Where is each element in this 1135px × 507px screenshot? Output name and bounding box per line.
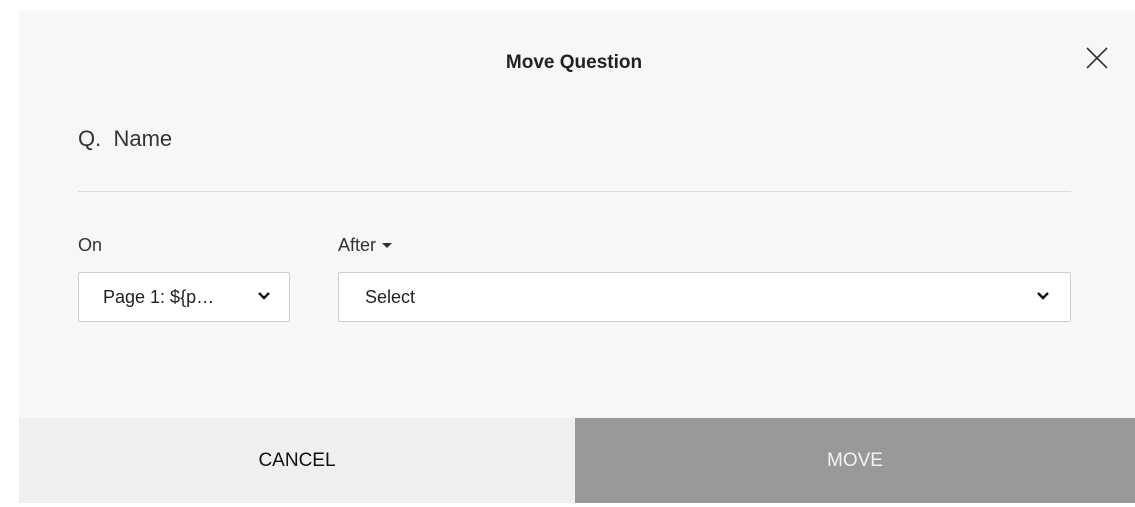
move-button[interactable]: MOVE <box>575 418 1135 503</box>
page-select[interactable]: Page 1: ${p… <box>78 272 290 322</box>
move-question-dialog: Move Question Q. Name On After Page 1: $… <box>19 10 1135 503</box>
question-label: Q. Name <box>78 126 173 151</box>
position-select-value: Select <box>365 287 416 307</box>
after-label: After <box>338 235 377 255</box>
chevron-down-icon <box>258 292 270 300</box>
close-icon <box>1086 47 1108 69</box>
page-select-value: Page 1: ${p… <box>103 287 215 307</box>
divider <box>78 191 1071 192</box>
dialog-title: Move Question <box>505 52 643 73</box>
cancel-button[interactable]: CANCEL <box>19 418 575 503</box>
chevron-down-icon <box>1037 292 1049 300</box>
caret-down-icon <box>382 242 393 248</box>
after-dropdown-toggle[interactable]: After <box>338 235 393 256</box>
close-button[interactable] <box>1084 45 1110 71</box>
on-label: On <box>78 235 103 255</box>
position-select[interactable]: Select <box>338 272 1071 322</box>
